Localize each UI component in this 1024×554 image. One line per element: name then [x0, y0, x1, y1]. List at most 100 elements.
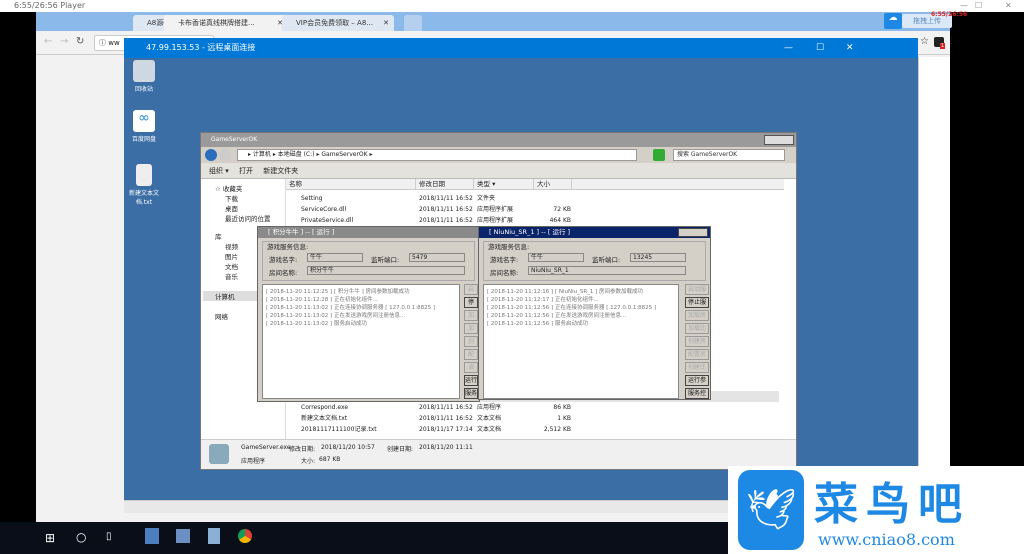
start-icon[interactable]: ⊞ — [45, 531, 55, 545]
back-icon[interactable] — [205, 149, 217, 161]
icon-label: 百度网盘 — [131, 136, 156, 143]
file-name: PrivateService.dll — [301, 217, 354, 224]
file-size: 86 KB — [553, 404, 571, 411]
rdp-taskbar-icon[interactable] — [145, 528, 159, 544]
chrome-taskbar-icon[interactable] — [238, 529, 252, 543]
tab-3[interactable]: VIP会员免费领取 – A8... ✕ — [282, 15, 394, 31]
game-name-field[interactable]: 牛牛 — [528, 253, 584, 262]
reload-icon[interactable]: ↻ — [76, 36, 84, 47]
port-field[interactable]: 13245 — [630, 253, 686, 262]
column-size[interactable]: 大小 — [534, 179, 572, 190]
port-field[interactable]: 5479 — [409, 253, 465, 262]
window-controls[interactable] — [678, 228, 708, 237]
log-entry: [ 2018-11-20 11:12:16 ] [ NiuNiu_SR_1 ] … — [487, 289, 644, 295]
log-list[interactable]: [ 2018-11-20 11:12:25 ] [ 积分牛牛 ] 房间参数加载成… — [262, 284, 460, 399]
sidebar-item-desktop[interactable]: 桌面 — [225, 203, 238, 213]
dialog-button[interactable]: 服务控制 — [685, 388, 709, 399]
file-name: 新建文本文档.txt — [301, 415, 348, 422]
sidebar-item-downloads[interactable]: 下载 — [225, 193, 238, 203]
sidebar-item-network[interactable]: 网络 — [215, 311, 228, 321]
dialog-button[interactable]: 加 — [464, 310, 478, 321]
file-name: ServiceCore.dll — [301, 206, 347, 213]
file-row[interactable]: 20181117111100记录.txt 2018/11/17 17:14 文本文档… — [289, 424, 779, 435]
detail-modified: 2018/11/20 10:57 — [321, 444, 375, 451]
refresh-icon[interactable] — [653, 149, 665, 161]
save-taskbar-icon[interactable] — [176, 529, 190, 543]
open-button[interactable]: 打开 — [239, 167, 253, 175]
task-view-icon[interactable]: ▯ — [106, 531, 112, 542]
search-icon[interactable]: ○ — [76, 530, 86, 544]
dialog-button[interactable]: 创建房间 — [685, 336, 709, 347]
maximize-button[interactable]: ☐ — [816, 38, 824, 58]
sidebar-item-recent[interactable]: 最近访问的位置 — [225, 213, 271, 223]
file-row[interactable]: ServiceCore.dll 2018/11/11 16:52 应用程序扩展 72 … — [289, 204, 779, 215]
close-button[interactable]: ✕ — [846, 38, 854, 58]
sidebar-item-libraries[interactable]: 库 — [215, 231, 222, 241]
detail-label: 修改日期: — [289, 446, 316, 453]
new-folder-button[interactable]: 新建文件夹 — [263, 167, 298, 175]
dialog-button[interactable]: 调 — [464, 362, 478, 373]
log-entry: [ 2018-11-20 11:13:02 ] 服务启动成功 — [266, 321, 367, 327]
address-text: ww — [108, 39, 120, 47]
file-row[interactable]: PrivateService.dll 2018/11/11 16:52 应用程序扩展… — [289, 215, 779, 226]
file-row[interactable]: 新建文本文档.txt 2018/11/11 16:52 文本文档 1 KB — [289, 413, 779, 424]
sidebar-item-documents[interactable]: 文档 — [225, 261, 238, 271]
dialog-button[interactable]: 配置房间 — [685, 349, 709, 360]
desktop-icon-textfile[interactable]: 新建文本文档.txt — [124, 164, 164, 206]
game-name-field[interactable]: 牛牛 — [307, 253, 363, 262]
desktop-icon-recycle-bin[interactable]: 回收站 — [124, 60, 164, 93]
sidebar-item-videos[interactable]: 视频 — [225, 241, 238, 251]
column-type[interactable]: 类型 ▾ — [474, 179, 534, 190]
dialog-button[interactable]: 启动服务 — [685, 284, 709, 295]
dialog-button[interactable]: 创 — [464, 336, 478, 347]
forward-icon[interactable] — [219, 149, 231, 161]
game-server-dialog-2: [ NiuNiu_SR_1 ] -- [ 运行 ] 游戏服务信息: 游戏名字: … — [478, 226, 711, 400]
sidebar-item-pictures[interactable]: 图片 — [225, 251, 238, 261]
breadcrumb[interactable]: ▸ 计算机 ▸ 本地磁盘 (C:) ▸ GameServerOK ▸ — [237, 149, 637, 161]
page-scrollbar[interactable] — [918, 57, 950, 522]
room-name-field[interactable]: 积分牛牛 — [307, 266, 465, 275]
column-date[interactable]: 修改日期 — [416, 179, 474, 190]
room-name-field[interactable]: NiuNiu_SR_1 — [528, 266, 686, 275]
dialog-button[interactable]: 停 — [464, 297, 478, 308]
file-name: Setting — [301, 195, 323, 202]
dialog-button[interactable]: 配 — [464, 349, 478, 360]
file-row[interactable]: Correspond.exe 2018/11/11 16:52 应用程序 86 KB — [289, 402, 779, 413]
maximize-button[interactable]: ☐ — [975, 0, 982, 12]
file-row[interactable]: Setting 2018/11/11 16:52 文件夹 — [289, 193, 779, 204]
organize-button[interactable]: 组织 ▾ — [209, 167, 229, 175]
brand-url: www.cniao8.com — [818, 530, 955, 549]
sidebar-item-music[interactable]: 音乐 — [225, 271, 238, 281]
star-icon[interactable]: ☆ — [920, 36, 929, 47]
dialog-button[interactable]: 运行 — [464, 375, 478, 386]
sidebar-item-favorites[interactable]: ☆ 收藏夹 — [215, 183, 242, 193]
dialog-button[interactable]: 服务 — [464, 388, 478, 399]
dialog-button[interactable]: 加载比赛 — [685, 323, 709, 334]
minimize-button[interactable]: — — [784, 38, 793, 58]
tab-2[interactable]: 卡布香诺真线棋牌搭建... ✕ — [164, 15, 288, 31]
dialog-button[interactable]: 加 — [464, 323, 478, 334]
close-tab-icon[interactable]: ✕ — [383, 15, 389, 31]
log-list[interactable]: [ 2018-11-20 11:12:16 ] [ NiuNiu_SR_1 ] … — [483, 284, 679, 399]
dialog-button[interactable]: 运行参数 — [685, 375, 709, 386]
app-taskbar-icon[interactable] — [208, 528, 220, 544]
dialog-button[interactable]: 加载房间 — [685, 310, 709, 321]
desktop-icon-baidu[interactable]: ∞ 百度网盘 — [124, 110, 164, 143]
time-overlay: 6:55/26:56 — [931, 11, 968, 18]
application-icon — [209, 444, 229, 464]
forward-icon[interactable]: → — [60, 36, 68, 47]
tab-label: VIP会员免费领取 – A8... — [296, 19, 373, 27]
baidu-cloud-icon[interactable]: ☁ — [884, 13, 902, 29]
file-size: 1 KB — [557, 415, 571, 422]
back-icon[interactable]: ← — [44, 36, 52, 47]
dialog-button[interactable]: 启 — [464, 284, 478, 295]
column-name[interactable]: 名称 — [286, 179, 416, 190]
menu-icon[interactable]: ⋮ — [947, 36, 956, 46]
close-button[interactable]: ✕ — [1005, 0, 1012, 12]
dialog-button[interactable]: 停止服务 — [685, 297, 709, 308]
dialog-button[interactable]: 创建比赛 — [685, 362, 709, 373]
dialog-title: [ 积分牛牛 ] -- [ 运行 ] — [268, 228, 335, 236]
window-controls[interactable] — [764, 135, 794, 145]
search-input[interactable]: 搜索 GameServerOK — [673, 149, 785, 161]
new-tab-button[interactable] — [404, 15, 422, 31]
